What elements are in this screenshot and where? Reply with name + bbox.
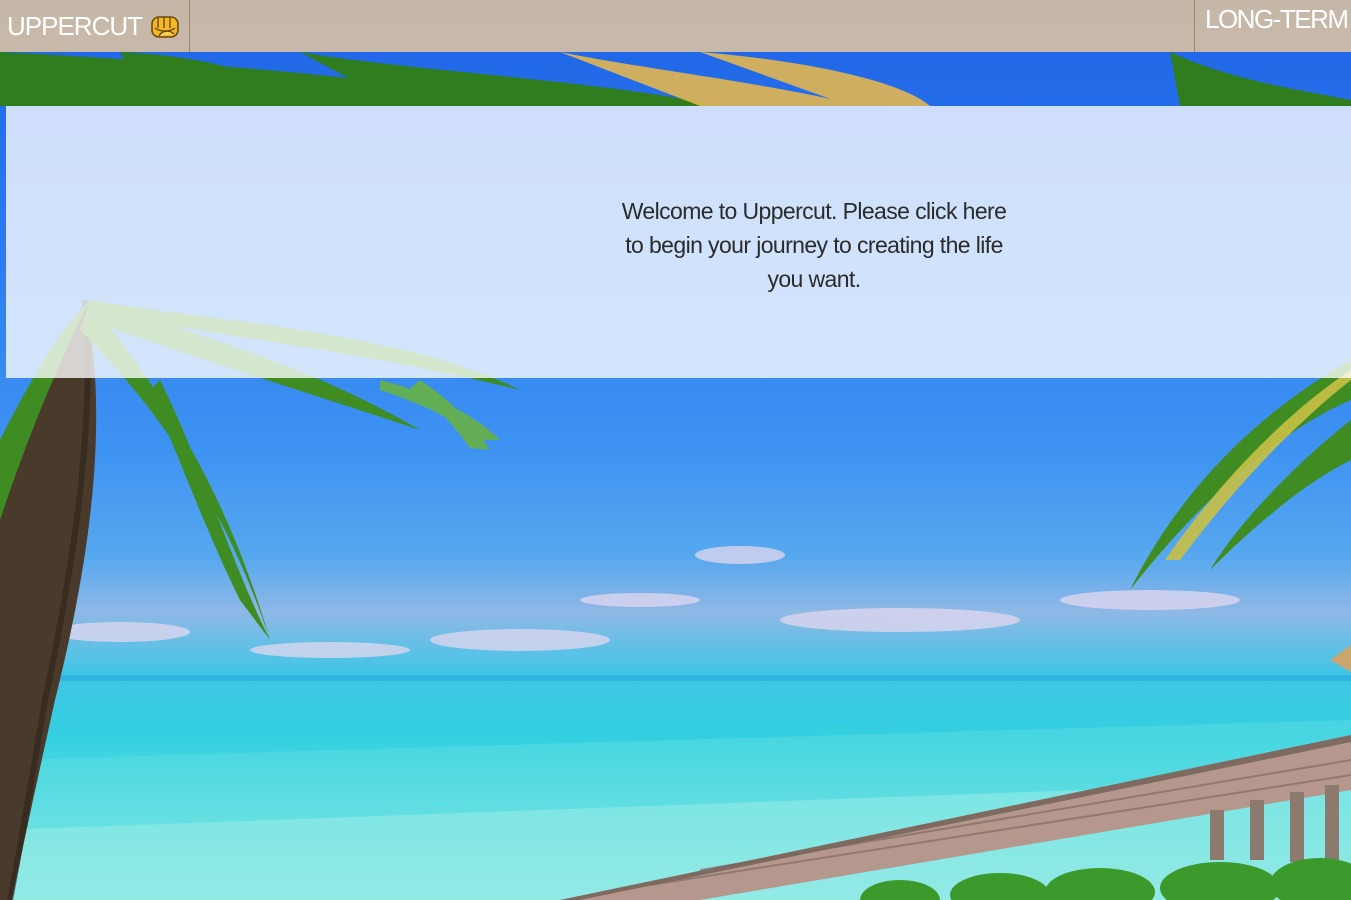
brand-label: UPPERCUT [7,11,143,41]
top-navbar: UPPERCUT LONG-TERM [0,0,1351,52]
brand-link[interactable]: UPPERCUT [0,0,190,52]
welcome-panel: Welcome to Uppercut. Please click here t… [6,106,1351,378]
nav-link-long-term-label: LONG-TERM [1205,4,1349,34]
background-scene: UPPERCUT LONG-TERM Welcome to Uppercut. … [0,0,1351,900]
welcome-message-link[interactable]: Welcome to Uppercut. Please click here t… [614,194,1014,296]
nav-link-long-term[interactable]: LONG-TERM [1194,0,1351,52]
fist-icon [151,16,179,38]
